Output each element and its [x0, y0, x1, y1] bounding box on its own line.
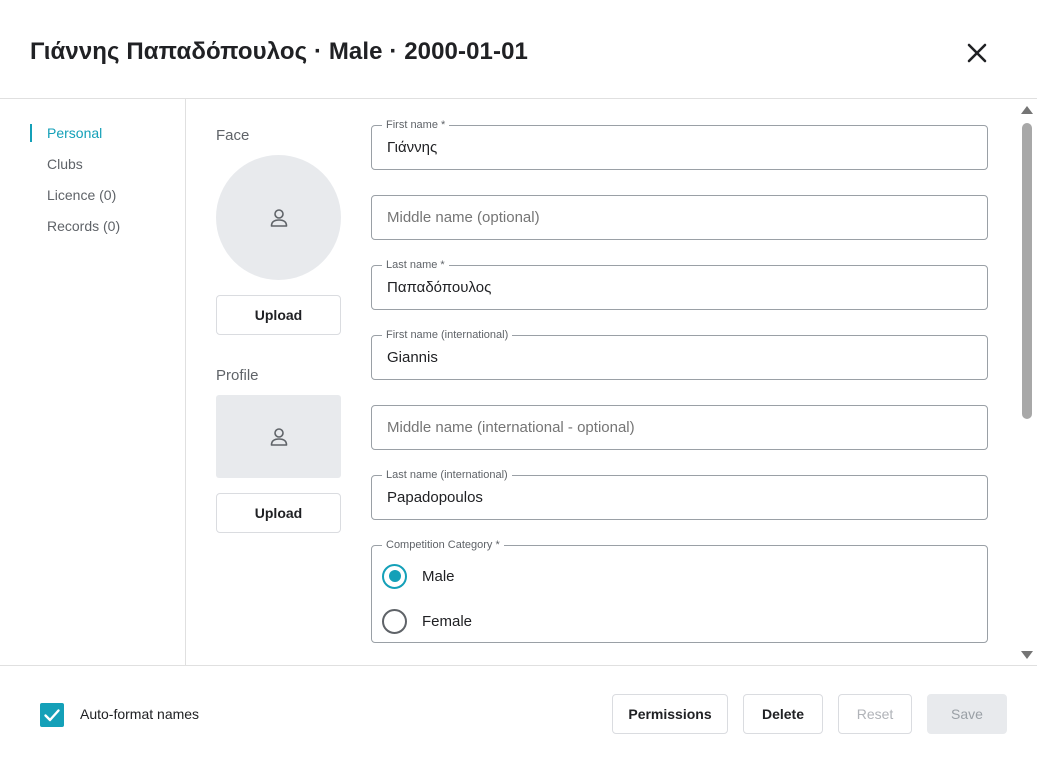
- middle-name-intl-placeholder[interactable]: Middle name (international - optional): [387, 419, 635, 436]
- face-photo-placeholder: [216, 155, 341, 280]
- competition-category-label: Competition Category *: [382, 539, 504, 552]
- person-icon: [270, 427, 287, 446]
- last-name-label: Last name *: [382, 259, 449, 272]
- scrollbar-thumb[interactable]: [1022, 123, 1032, 419]
- sidebar-item-licence[interactable]: Licence (0): [30, 186, 116, 204]
- last-name-value[interactable]: Παπαδόπουλος: [387, 279, 491, 296]
- delete-button[interactable]: Delete: [743, 694, 823, 734]
- arrow-up-icon[interactable]: [1021, 106, 1033, 114]
- radio-option-male[interactable]: Male: [382, 563, 455, 589]
- face-upload-button[interactable]: Upload: [216, 295, 341, 335]
- profile-label: Profile: [216, 367, 259, 384]
- dialog-header: Γιάννης Παπαδόπουλος · Male · 2000-01-01: [0, 0, 1037, 99]
- face-label: Face: [216, 127, 250, 144]
- first-name-intl-field[interactable]: First name (international) Giannis: [371, 329, 988, 380]
- sidebar: Personal Clubs Licence (0) Records (0): [0, 99, 186, 665]
- close-button[interactable]: [962, 38, 992, 68]
- radio-checked-icon[interactable]: [382, 563, 407, 589]
- sidebar-item-clubs[interactable]: Clubs: [30, 155, 83, 173]
- save-button[interactable]: Save: [927, 694, 1007, 734]
- middle-name-intl-field[interactable]: Middle name (international - optional): [371, 405, 988, 450]
- check-icon: [44, 709, 60, 722]
- page-title: Γιάννης Παπαδόπουλος · Male · 2000-01-01: [30, 38, 528, 65]
- close-icon[interactable]: [962, 38, 992, 68]
- last-name-intl-value[interactable]: Papadopoulos: [387, 489, 483, 506]
- personal-form: Face Upload Profile Upload First name * …: [186, 99, 1037, 665]
- permissions-button[interactable]: Permissions: [612, 694, 728, 734]
- person-icon: [270, 208, 287, 227]
- auto-format-label: Auto-format names: [80, 706, 200, 722]
- radio-unchecked-icon[interactable]: [382, 608, 407, 634]
- profile-photo-placeholder: [216, 395, 341, 478]
- first-name-intl-label: First name (international): [382, 329, 513, 342]
- sidebar-item-records[interactable]: Records (0): [30, 217, 120, 235]
- last-name-intl-field[interactable]: Last name (international) Papadopoulos: [371, 469, 988, 520]
- radio-label-female: Female: [422, 612, 473, 630]
- first-name-value[interactable]: Γιάννης: [387, 139, 437, 156]
- first-name-intl-value[interactable]: Giannis: [387, 349, 438, 366]
- first-name-label: First name *: [382, 119, 450, 132]
- profile-upload-button[interactable]: Upload: [216, 493, 341, 533]
- arrow-down-icon[interactable]: [1021, 651, 1033, 659]
- auto-format-checkbox[interactable]: [40, 703, 64, 727]
- dialog-footer: Auto-format names Permissions Delete Res…: [0, 665, 1037, 760]
- radio-option-female[interactable]: Female: [382, 608, 472, 634]
- radio-label-male: Male: [422, 567, 455, 585]
- middle-name-placeholder[interactable]: Middle name (optional): [387, 209, 540, 226]
- competition-category-group: Competition Category * Male Female: [371, 539, 988, 643]
- middle-name-field[interactable]: Middle name (optional): [371, 195, 988, 240]
- sidebar-item-personal[interactable]: Personal: [30, 124, 102, 142]
- scrollbar[interactable]: [1018, 99, 1037, 665]
- last-name-intl-label: Last name (international): [382, 469, 512, 482]
- reset-button[interactable]: Reset: [838, 694, 912, 734]
- first-name-field[interactable]: First name * Γιάννης: [371, 119, 988, 170]
- last-name-field[interactable]: Last name * Παπαδόπουλος: [371, 259, 988, 310]
